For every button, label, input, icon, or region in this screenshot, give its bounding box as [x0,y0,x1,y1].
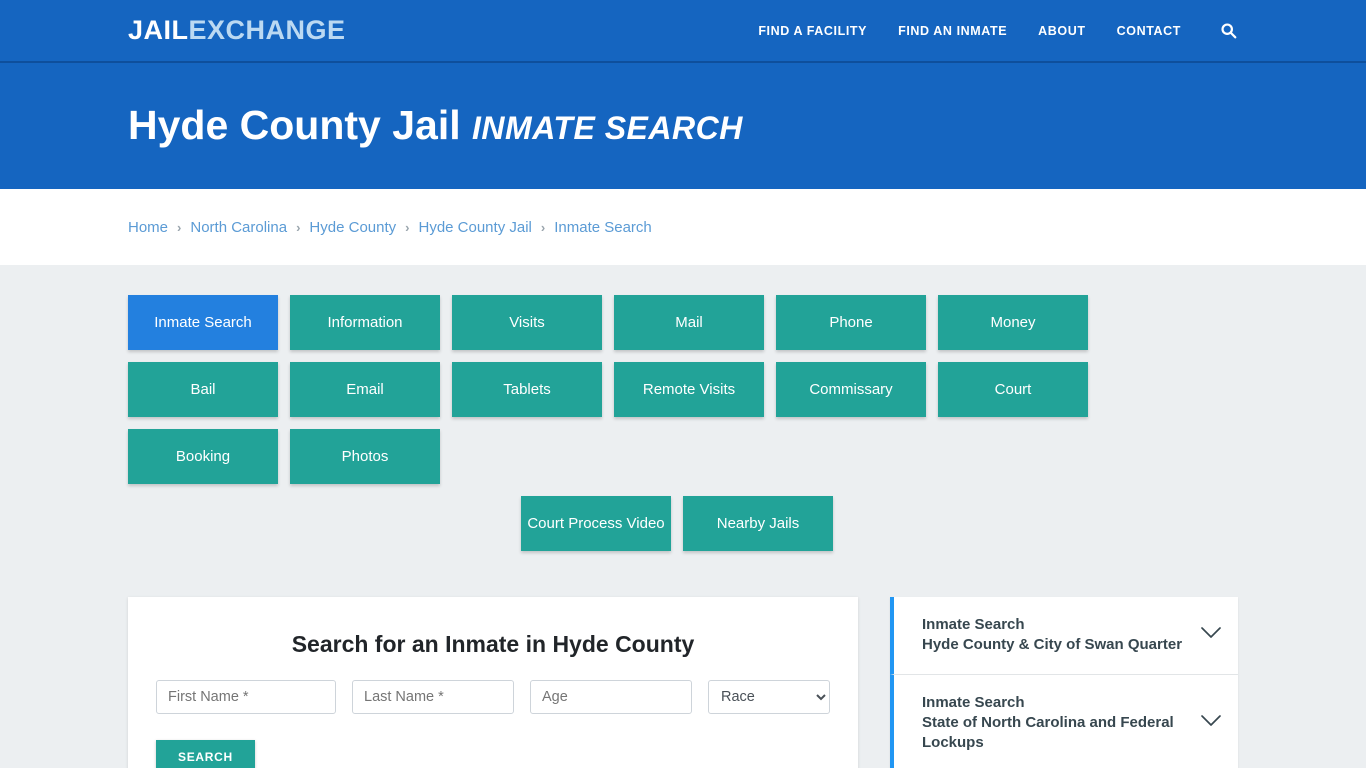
sidebar-panel-title: Inmate Search [922,693,1025,711]
sidebar-panel-subtitle: State of North Carolina and Federal Lock… [922,713,1174,751]
tab-visits[interactable]: Visits [452,295,602,350]
logo-text-exchange: EXCHANGE [188,15,346,45]
search-submit-button[interactable]: SEARCH [156,740,255,768]
tab-phone[interactable]: Phone [776,295,926,350]
inmate-search-card: Search for an Inmate in Hyde County Race… [128,597,858,768]
tab-court-process-video[interactable]: Court Process Video [521,496,671,551]
tab-information[interactable]: Information [290,295,440,350]
tab-remote-visits[interactable]: Remote Visits [614,362,764,417]
tab-inmate-search[interactable]: Inmate Search [128,295,278,350]
tab-email[interactable]: Email [290,362,440,417]
sidebar-panel-title: Inmate Search [922,616,1025,633]
breadcrumb-item-inmate-search[interactable]: Inmate Search [554,219,652,236]
sidebar: Inmate Search Hyde County & City of Swan… [890,597,1238,768]
facility-tabs-row-3: Court Process Video Nearby Jails [128,496,1226,551]
nav-item-contact[interactable]: CONTACT [1117,24,1181,38]
page-title-subtitle: INMATE SEARCH [472,110,743,147]
search-form-heading: Search for an Inmate in Hyde County [291,631,695,657]
sidebar-panel-state-federal[interactable]: Inmate Search State of North Carolina an… [890,674,1238,768]
breadcrumb-separator-icon: › [540,219,546,235]
sidebar-panel-text: Inmate Search Hyde County & City of Swan… [922,615,1188,656]
breadcrumb-item-home[interactable]: Home [128,219,168,236]
tab-photos[interactable]: Photos [290,429,440,484]
tab-nearby-jails[interactable]: Nearby Jails [683,496,833,551]
breadcrumb-item-hyde-county[interactable]: Hyde County [309,219,396,236]
breadcrumb-separator-icon: › [296,219,301,235]
chevron-down-icon[interactable] [1200,626,1222,644]
first-name-input[interactable] [156,680,336,714]
nav-item-find-an-inmate[interactable]: FIND AN INMATE [898,24,1007,38]
breadcrumb-separator-icon: › [405,219,410,235]
nav-item-about[interactable]: ABOUT [1038,24,1085,38]
logo-text-jail: JAIL [128,15,189,45]
main-navigation: FIND A FACILITY FIND AN INMATE ABOUT CON… [758,21,1238,41]
nav-item-find-a-facility[interactable]: FIND A FACILITY [758,24,867,38]
age-input[interactable] [530,680,692,714]
tab-tablets[interactable]: Tablets [452,362,602,417]
search-form-fields: Race [156,680,830,714]
breadcrumb-separator-icon: › [177,219,182,235]
main-column: Search for an Inmate in Hyde County Race… [128,597,858,768]
tab-money[interactable]: Money [938,295,1088,350]
page-title-main: Hyde County Jail [128,102,461,149]
page-title: Hyde County Jail INMATE SEARCH [128,104,743,147]
site-logo[interactable]: JAILEXCHANGE [128,17,346,44]
tab-commissary[interactable]: Commissary [776,362,926,417]
breadcrumb-band: Home › North Carolina › Hyde County › Hy… [0,189,1366,265]
page-body: Inmate Search Information Visits Mail Ph… [0,265,1366,768]
breadcrumb: Home › North Carolina › Hyde County › Hy… [128,219,652,236]
tab-mail[interactable]: Mail [614,295,764,350]
chevron-down-icon[interactable] [1200,714,1222,732]
tab-court[interactable]: Court [938,362,1088,417]
race-select[interactable]: Race [708,680,830,714]
last-name-input[interactable] [352,680,514,714]
tab-booking[interactable]: Booking [128,429,278,484]
tab-bail[interactable]: Bail [128,362,278,417]
breadcrumb-item-north-carolina[interactable]: North Carolina [190,219,287,236]
sidebar-panel-hyde-county[interactable]: Inmate Search Hyde County & City of Swan… [890,597,1238,675]
page-hero: Hyde County Jail INMATE SEARCH [0,63,1366,189]
sidebar-panel-text: Inmate Search State of North Carolina an… [922,693,1188,754]
sidebar-panel-subtitle: Hyde County & City of Swan Quarter [922,636,1183,654]
content-area: Search for an Inmate in Hyde County Race… [128,597,1238,768]
site-header: JAILEXCHANGE FIND A FACILITY FIND AN INM… [0,0,1366,63]
search-icon[interactable] [1218,21,1238,41]
facility-tabs: Inmate Search Information Visits Mail Ph… [128,295,1226,484]
breadcrumb-item-hyde-county-jail[interactable]: Hyde County Jail [418,219,531,236]
